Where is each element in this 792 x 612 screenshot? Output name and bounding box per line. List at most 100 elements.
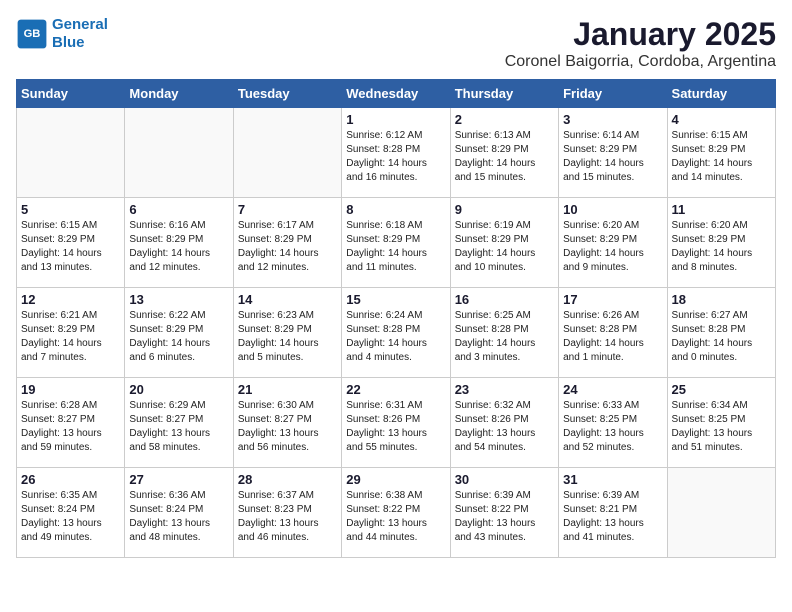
day-header-tuesday: Tuesday bbox=[233, 80, 341, 108]
day-number: 29 bbox=[346, 472, 445, 487]
week-row-5: 26 Sunrise: 6:35 AMSunset: 8:24 PMDayligh… bbox=[17, 468, 776, 558]
day-number: 31 bbox=[563, 472, 662, 487]
calendar-cell: 27Sunrise: 6:36 AMSunset: 8:24 PMDayligh… bbox=[125, 468, 233, 558]
day-header-wednesday: Wednesday bbox=[342, 80, 450, 108]
calendar-cell: 28 Sunrise: 6:37 AMSunset: 8:23 PMDayligh… bbox=[233, 468, 341, 558]
calendar-cell: 17 Sunrise: 6:26 AMSunset: 8:28 PMDayligh… bbox=[559, 288, 667, 378]
day-info: Sunrise: 6:14 AMSunset: 8:29 PMDaylight:… bbox=[563, 129, 662, 185]
calendar-cell: 23 Sunrise: 6:32 AMSunset: 8:26 PMDayligh… bbox=[450, 378, 558, 468]
logo-icon: GB bbox=[16, 18, 48, 50]
day-info: Sunrise: 6:38 AMSunset: 8:22 PMDaylight:… bbox=[346, 489, 445, 545]
day-info: Sunrise: 6:34 AMSunset: 8:25 PMDaylight:… bbox=[672, 399, 771, 455]
day-header-friday: Friday bbox=[559, 80, 667, 108]
day-info: Sunrise: 6:15 AMSunset: 8:29 PMDaylight:… bbox=[672, 129, 771, 185]
day-number: 24 bbox=[563, 382, 662, 397]
calendar-cell: 25 Sunrise: 6:34 AMSunset: 8:25 PMDayligh… bbox=[667, 378, 775, 468]
logo-text: General Blue bbox=[52, 16, 108, 52]
day-info: Sunrise: 6:37 AMSunset: 8:23 PMDaylight:… bbox=[238, 489, 337, 545]
calendar-cell: 24 Sunrise: 6:33 AMSunset: 8:25 PMDayligh… bbox=[559, 378, 667, 468]
calendar-cell bbox=[233, 108, 341, 198]
calendar-cell: 13 Sunrise: 6:22 AMSunset: 8:29 PMDayligh… bbox=[125, 288, 233, 378]
calendar-cell: 7Sunrise: 6:17 AMSunset: 8:29 PMDaylight… bbox=[233, 198, 341, 288]
day-number: 23 bbox=[455, 382, 554, 397]
calendar-cell bbox=[667, 468, 775, 558]
logo-line1: General bbox=[52, 16, 108, 33]
day-number: 16 bbox=[455, 292, 554, 307]
day-number: 11 bbox=[672, 202, 771, 217]
calendar-cell: 10Sunrise: 6:20 AMSunset: 8:29 PMDayligh… bbox=[559, 198, 667, 288]
svg-text:GB: GB bbox=[24, 28, 41, 40]
day-info: Sunrise: 6:35 AMSunset: 8:24 PMDaylight:… bbox=[21, 489, 120, 545]
calendar-cell: 19 Sunrise: 6:28 AMSunset: 8:27 PMDayligh… bbox=[17, 378, 125, 468]
day-info: Sunrise: 6:24 AMSunset: 8:28 PMDaylight:… bbox=[346, 309, 445, 365]
calendar-cell: 14Sunrise: 6:23 AMSunset: 8:29 PMDayligh… bbox=[233, 288, 341, 378]
day-info: Sunrise: 6:27 AMSunset: 8:28 PMDaylight:… bbox=[672, 309, 771, 365]
day-number: 7 bbox=[238, 202, 337, 217]
main-title: January 2025 bbox=[505, 16, 776, 53]
day-number: 28 bbox=[238, 472, 337, 487]
day-number: 20 bbox=[129, 382, 228, 397]
day-info: Sunrise: 6:30 AMSunset: 8:27 PMDaylight:… bbox=[238, 399, 337, 455]
calendar-cell: 1Sunrise: 6:12 AMSunset: 8:28 PMDaylight… bbox=[342, 108, 450, 198]
day-number: 6 bbox=[129, 202, 228, 217]
day-number: 19 bbox=[21, 382, 120, 397]
day-number: 3 bbox=[563, 112, 662, 127]
day-number: 30 bbox=[455, 472, 554, 487]
subtitle: Coronel Baigorria, Cordoba, Argentina bbox=[505, 53, 776, 71]
day-number: 12 bbox=[21, 292, 120, 307]
day-header-sunday: Sunday bbox=[17, 80, 125, 108]
calendar-cell: 5Sunrise: 6:15 AMSunset: 8:29 PMDaylight… bbox=[17, 198, 125, 288]
header: GB General Blue January 2025 Coronel Bai… bbox=[16, 16, 776, 71]
day-info: Sunrise: 6:28 AMSunset: 8:27 PMDaylight:… bbox=[21, 399, 120, 455]
day-info: Sunrise: 6:36 AMSunset: 8:24 PMDaylight:… bbox=[129, 489, 228, 545]
day-info: Sunrise: 6:31 AMSunset: 8:26 PMDaylight:… bbox=[346, 399, 445, 455]
day-info: Sunrise: 6:20 AMSunset: 8:29 PMDaylight:… bbox=[672, 219, 771, 275]
calendar-cell: 3 Sunrise: 6:14 AMSunset: 8:29 PMDaylight… bbox=[559, 108, 667, 198]
calendar-cell: 6 Sunrise: 6:16 AMSunset: 8:29 PMDaylight… bbox=[125, 198, 233, 288]
calendar-cell: 31Sunrise: 6:39 AMSunset: 8:21 PMDayligh… bbox=[559, 468, 667, 558]
calendar-cell: 12 Sunrise: 6:21 AMSunset: 8:29 PMDayligh… bbox=[17, 288, 125, 378]
day-number: 2 bbox=[455, 112, 554, 127]
day-number: 5 bbox=[21, 202, 120, 217]
calendar-cell: 29 Sunrise: 6:38 AMSunset: 8:22 PMDayligh… bbox=[342, 468, 450, 558]
day-number: 22 bbox=[346, 382, 445, 397]
day-info: Sunrise: 6:13 AMSunset: 8:29 PMDaylight:… bbox=[455, 129, 554, 185]
calendar-cell: 21Sunrise: 6:30 AMSunset: 8:27 PMDayligh… bbox=[233, 378, 341, 468]
day-number: 1 bbox=[346, 112, 445, 127]
day-number: 18 bbox=[672, 292, 771, 307]
day-info: Sunrise: 6:22 AMSunset: 8:29 PMDaylight:… bbox=[129, 309, 228, 365]
day-info: Sunrise: 6:33 AMSunset: 8:25 PMDaylight:… bbox=[563, 399, 662, 455]
day-info: Sunrise: 6:21 AMSunset: 8:29 PMDaylight:… bbox=[21, 309, 120, 365]
day-info: Sunrise: 6:19 AMSunset: 8:29 PMDaylight:… bbox=[455, 219, 554, 275]
day-number: 10 bbox=[563, 202, 662, 217]
calendar-cell: 26 Sunrise: 6:35 AMSunset: 8:24 PMDayligh… bbox=[17, 468, 125, 558]
title-area: January 2025 Coronel Baigorria, Cordoba,… bbox=[505, 16, 776, 71]
calendar-cell: 9Sunrise: 6:19 AMSunset: 8:29 PMDaylight… bbox=[450, 198, 558, 288]
days-header-row: SundayMondayTuesdayWednesdayThursdayFrid… bbox=[17, 80, 776, 108]
day-number: 26 bbox=[21, 472, 120, 487]
calendar-cell: 22 Sunrise: 6:31 AMSunset: 8:26 PMDayligh… bbox=[342, 378, 450, 468]
day-number: 4 bbox=[672, 112, 771, 127]
logo: GB General Blue bbox=[16, 16, 108, 52]
calendar-table: SundayMondayTuesdayWednesdayThursdayFrid… bbox=[16, 79, 776, 558]
calendar-cell: 2 Sunrise: 6:13 AMSunset: 8:29 PMDaylight… bbox=[450, 108, 558, 198]
day-info: Sunrise: 6:32 AMSunset: 8:26 PMDaylight:… bbox=[455, 399, 554, 455]
day-info: Sunrise: 6:16 AMSunset: 8:29 PMDaylight:… bbox=[129, 219, 228, 275]
day-info: Sunrise: 6:26 AMSunset: 8:28 PMDaylight:… bbox=[563, 309, 662, 365]
day-header-monday: Monday bbox=[125, 80, 233, 108]
week-row-3: 12 Sunrise: 6:21 AMSunset: 8:29 PMDayligh… bbox=[17, 288, 776, 378]
calendar-cell bbox=[17, 108, 125, 198]
day-number: 8 bbox=[346, 202, 445, 217]
calendar-cell: 30 Sunrise: 6:39 AMSunset: 8:22 PMDayligh… bbox=[450, 468, 558, 558]
day-header-saturday: Saturday bbox=[667, 80, 775, 108]
day-info: Sunrise: 6:25 AMSunset: 8:28 PMDaylight:… bbox=[455, 309, 554, 365]
day-info: Sunrise: 6:18 AMSunset: 8:29 PMDaylight:… bbox=[346, 219, 445, 275]
day-number: 25 bbox=[672, 382, 771, 397]
week-row-1: 1Sunrise: 6:12 AMSunset: 8:28 PMDaylight… bbox=[17, 108, 776, 198]
day-number: 13 bbox=[129, 292, 228, 307]
day-number: 15 bbox=[346, 292, 445, 307]
day-info: Sunrise: 6:39 AMSunset: 8:22 PMDaylight:… bbox=[455, 489, 554, 545]
day-number: 17 bbox=[563, 292, 662, 307]
calendar-cell: 4 Sunrise: 6:15 AMSunset: 8:29 PMDaylight… bbox=[667, 108, 775, 198]
calendar-cell: 8 Sunrise: 6:18 AMSunset: 8:29 PMDaylight… bbox=[342, 198, 450, 288]
